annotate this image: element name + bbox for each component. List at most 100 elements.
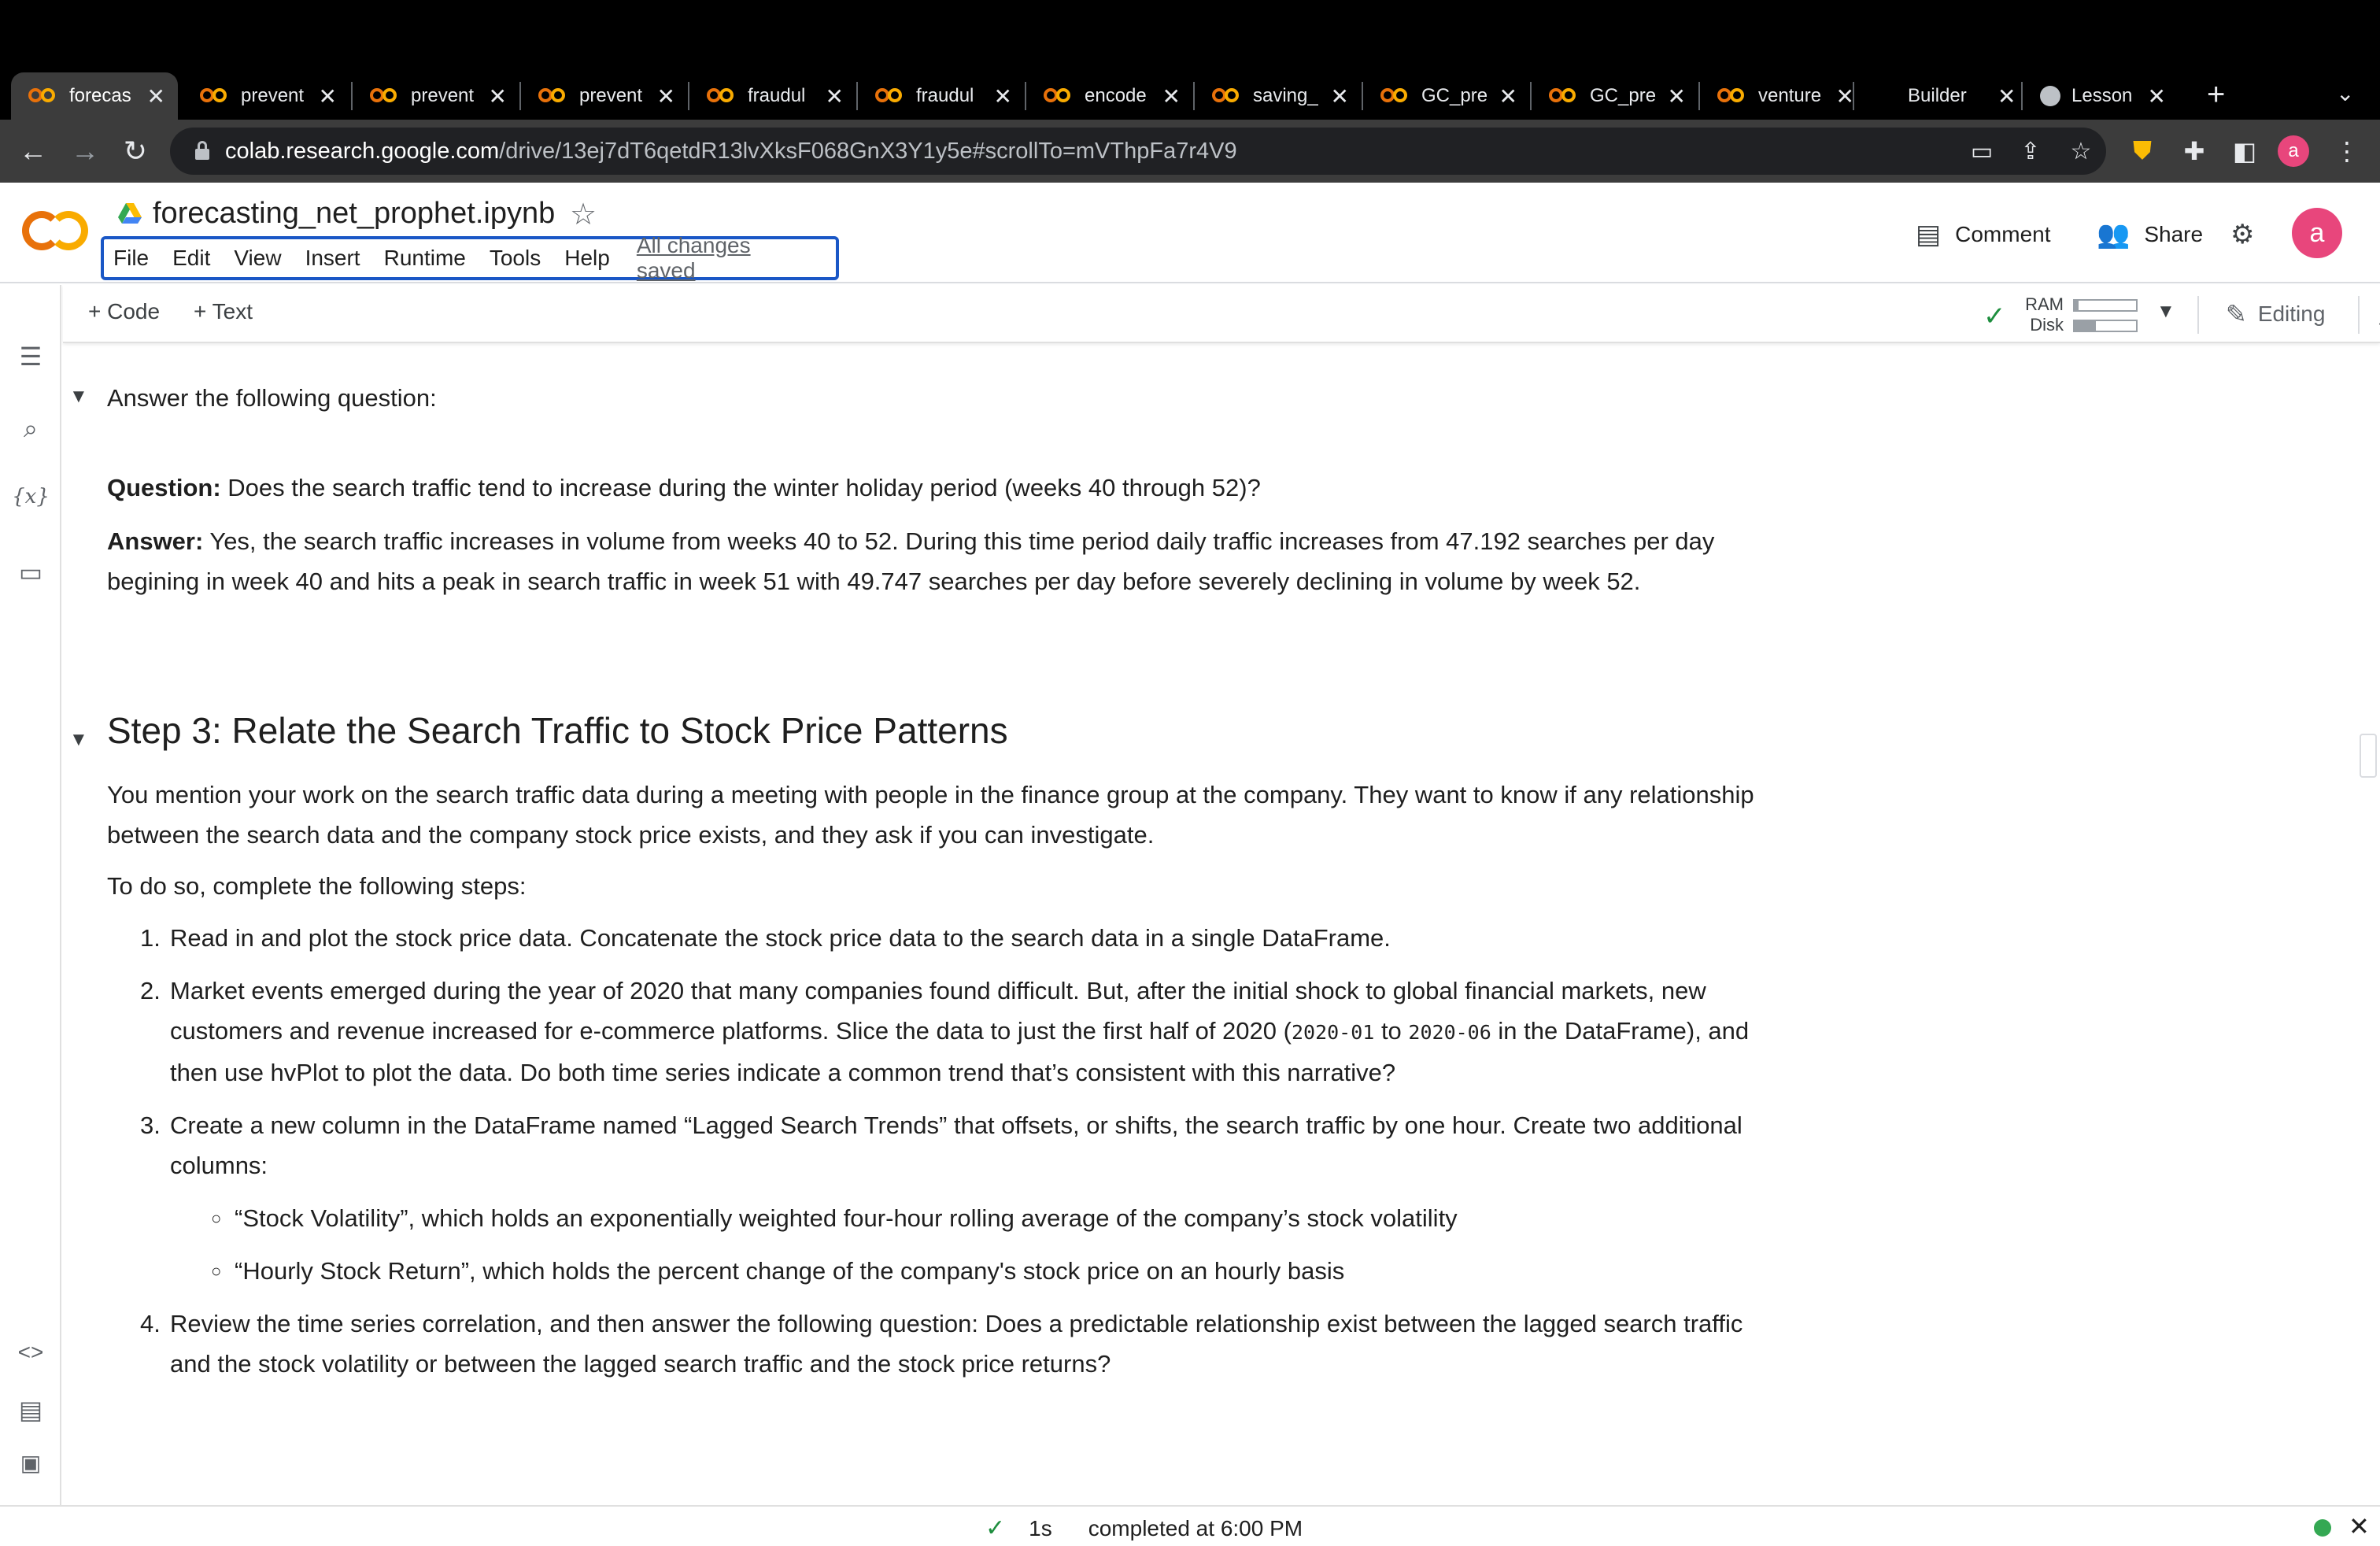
save-status-link[interactable]: All changes saved (637, 233, 812, 283)
address-bar[interactable]: colab.research.google.com/drive/13ej7dT6… (170, 128, 2106, 175)
reload-icon[interactable]: ↻ (115, 131, 156, 172)
browser-tab[interactable]: Lesson ✕ (2024, 72, 2179, 120)
browser-tab[interactable]: saving_ ✕ (1195, 72, 1362, 120)
tab-title: prevent (579, 85, 643, 106)
list-item: 1. Read in and plot the stock price data.… (140, 924, 1391, 952)
browser-profile-avatar[interactable]: a (2278, 135, 2309, 167)
share-page-icon[interactable]: ⇪ (2013, 134, 2048, 168)
menu-help[interactable]: Help (564, 246, 610, 271)
close-icon[interactable]: ✕ (1668, 83, 1686, 109)
question-paragraph: Question: Does the search traffic tend t… (107, 468, 1760, 508)
browser-tab[interactable]: prevent ✕ (353, 72, 519, 120)
pencil-icon: ✎ (2226, 300, 2247, 328)
account-avatar[interactable]: a (2292, 208, 2342, 258)
colab-icon (1210, 87, 1242, 105)
table-of-contents-icon[interactable]: ☰ (0, 342, 61, 372)
browser-tab[interactable]: prevent ✕ (521, 72, 688, 120)
forward-arrow-icon[interactable]: → (65, 131, 105, 172)
side-panel-icon[interactable]: ◧ (2224, 131, 2265, 172)
comment-icon: ▤ (1916, 220, 1942, 250)
close-icon[interactable]: ✕ (147, 83, 165, 109)
runtime-status-dot-icon[interactable] (2314, 1519, 2331, 1537)
section-heading: Answer the following question: (107, 384, 437, 412)
answer-paragraph: Answer: Yes, the search traffic increase… (107, 521, 1760, 601)
browser-tab[interactable]: fraudul ✕ (858, 72, 1025, 120)
google-drive-icon (118, 203, 142, 224)
disk-label: Disk (2030, 315, 2064, 335)
code-snippets-icon[interactable]: <> (0, 1340, 61, 1365)
close-icon[interactable]: ✕ (2349, 1511, 2370, 1541)
colab-icon (874, 87, 905, 105)
step3-intro: You mention your work on the search traf… (107, 781, 1754, 849)
menu-tools[interactable]: Tools (490, 246, 541, 271)
browser-tab[interactable]: encode ✕ (1026, 72, 1193, 120)
execution-status[interactable]: ✓ 1s completed at 6:00 PM (985, 1515, 1303, 1542)
tab-title: prevent (241, 85, 305, 106)
extensions-puzzle-icon[interactable]: ✚ (2174, 131, 2215, 172)
close-icon[interactable]: ✕ (826, 83, 844, 109)
command-palette-icon[interactable]: ▤ (0, 1395, 61, 1425)
collapse-caret-icon[interactable]: ▼ (69, 386, 88, 408)
url-host: colab.research.google.com (225, 138, 500, 164)
browser-menu-kebab-icon[interactable]: ⋮ (2326, 131, 2367, 172)
share-button[interactable]: 👥 Share (2097, 219, 2203, 250)
browser-tab[interactable]: GC_pre ✕ (1363, 72, 1530, 120)
folder-icon[interactable]: ▭ (0, 557, 61, 587)
close-icon[interactable]: ✕ (1998, 83, 2016, 109)
notebook-title[interactable]: forecasting_net_prophet.ipynb (153, 197, 555, 231)
menu-file[interactable]: File (113, 246, 149, 271)
add-code-button[interactable]: + Code (88, 299, 160, 324)
close-icon[interactable]: ✕ (657, 83, 675, 109)
add-text-button[interactable]: + Text (194, 299, 253, 324)
colab-icon (368, 87, 400, 105)
browser-tab[interactable]: forecas ✕ (11, 72, 178, 120)
menu-edit[interactable]: Edit (172, 246, 210, 271)
answer-text: Yes, the search traffic increases in vol… (107, 527, 1715, 595)
editing-mode-button[interactable]: ✎ Editing (2226, 299, 2325, 329)
close-icon[interactable]: ✕ (489, 83, 507, 109)
close-icon[interactable]: ✕ (319, 83, 337, 109)
star-icon[interactable]: ☆ (570, 197, 597, 232)
tab-title: encode (1085, 85, 1147, 106)
browser-tab[interactable]: Builder ✕ (1892, 72, 2038, 120)
toolbar-divider (2358, 296, 2360, 334)
close-icon[interactable]: ✕ (994, 83, 1012, 109)
settings-button[interactable]: ⚙ (2230, 219, 2254, 250)
resources-indicator[interactable]: ✓ RAM Disk (1983, 293, 2141, 337)
close-icon[interactable]: ✕ (1162, 83, 1181, 109)
comment-button[interactable]: ▤ Comment (1916, 219, 2051, 250)
colab-logo[interactable] (22, 211, 88, 250)
close-icon[interactable]: ✕ (1331, 83, 1349, 109)
close-icon[interactable]: ✕ (2148, 83, 2166, 109)
scrollbar-thumb[interactable] (2360, 734, 2377, 778)
browser-tab[interactable]: fraudul ✕ (689, 72, 856, 120)
step-text: Create a new column in the DataFrame nam… (170, 1111, 1743, 1179)
extension-shield-icon[interactable]: ⛊ (2122, 131, 2163, 172)
menu-insert[interactable]: Insert (305, 246, 360, 271)
collapse-caret-icon[interactable]: ▼ (69, 729, 88, 751)
url-text: colab.research.google.com/drive/13ej7dT6… (225, 139, 1237, 165)
tab-title: saving_ (1253, 85, 1318, 106)
menu-view[interactable]: View (234, 246, 281, 271)
terminal-icon[interactable]: ▣ (0, 1450, 61, 1476)
left-sidebar: ☰ ⌕ {x} ▭ <> ▤ ▣ (0, 285, 61, 1505)
ram-bar (2073, 299, 2138, 312)
cast-blocked-icon[interactable]: ▭ (1964, 134, 1999, 168)
resources-dropdown-icon[interactable]: ▼ (2156, 301, 2175, 323)
close-icon[interactable]: ✕ (1499, 83, 1517, 109)
bookmark-star-icon[interactable]: ☆ (2064, 134, 2098, 168)
colab-icon (705, 87, 737, 105)
colab-page: forecasting_net_prophet.ipynb ☆ File Edi… (0, 183, 2380, 1546)
browser-tab[interactable]: GC_pre ✕ (1532, 72, 1698, 120)
close-icon[interactable]: ✕ (1836, 83, 1854, 109)
back-arrow-icon[interactable]: ← (13, 131, 54, 172)
step-text: Read in and plot the stock price data. C… (170, 924, 1391, 952)
browser-tab[interactable]: venture ✕ (1700, 72, 1867, 120)
variables-icon[interactable]: {x} (0, 485, 61, 509)
comment-label: Comment (1955, 222, 2051, 246)
search-icon[interactable]: ⌕ (0, 414, 61, 444)
menu-runtime[interactable]: Runtime (384, 246, 466, 271)
browser-tab[interactable]: prevent ✕ (183, 72, 349, 120)
new-tab-plus-icon[interactable]: + (2207, 77, 2225, 113)
tab-list-chevron-icon[interactable]: ⌄ (2336, 80, 2354, 106)
